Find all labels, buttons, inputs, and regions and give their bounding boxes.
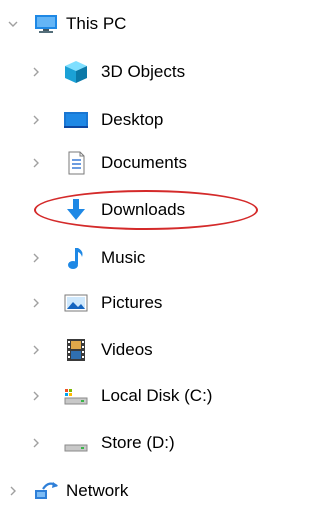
tree-item-network[interactable]: Network (0, 471, 261, 511)
tree-item-this-pc[interactable]: This PC (0, 4, 261, 44)
tree-item-store-d[interactable]: Store (D:) (0, 423, 261, 463)
music-note-icon (63, 245, 89, 271)
tree-item-videos[interactable]: Videos (0, 330, 261, 370)
pictures-icon (63, 290, 89, 316)
tree-item-3d-objects[interactable]: 3D Objects (0, 52, 261, 92)
tree-item-label: This PC (66, 14, 127, 33)
chevron-right-icon[interactable] (6, 484, 20, 498)
drive-icon (63, 430, 89, 456)
tree-item-desktop[interactable]: Desktop (0, 100, 261, 140)
chevron-right-icon[interactable] (29, 156, 43, 170)
tree-item-label: Documents (101, 153, 187, 172)
tree-item-label: Desktop (101, 110, 164, 129)
downloads-arrow-icon (63, 197, 89, 223)
3d-objects-icon (63, 59, 89, 85)
tree-item-documents[interactable]: Documents (0, 143, 261, 183)
chevron-right-icon[interactable] (29, 296, 43, 310)
desktop-folder-icon (63, 107, 89, 133)
chevron-right-icon[interactable] (29, 436, 43, 450)
tree-item-label: Network (66, 481, 129, 500)
documents-icon (63, 150, 89, 176)
chevron-right-icon[interactable] (29, 65, 43, 79)
tree-item-label: Music (101, 248, 146, 267)
tree-item-label: 3D Objects (101, 62, 186, 81)
tree-item-label: Videos (101, 340, 153, 359)
chevron-right-icon[interactable] (29, 251, 43, 265)
tree-item-downloads[interactable]: Downloads (0, 190, 261, 230)
tree-item-pictures[interactable]: Pictures (0, 283, 261, 323)
tree-item-label: Store (D:) (101, 433, 175, 452)
network-icon (33, 478, 59, 504)
tree-item-local-disk-c[interactable]: Local Disk (C:) (0, 376, 261, 416)
videos-icon (63, 337, 89, 363)
tree-item-music[interactable]: Music (0, 238, 261, 278)
tree-item-label: Local Disk (C:) (101, 386, 213, 405)
tree-item-label: Downloads (101, 200, 186, 219)
monitor-icon (33, 11, 59, 37)
chevron-right-icon[interactable] (29, 389, 43, 403)
chevron-right-icon[interactable] (29, 343, 43, 357)
local-disk-icon (63, 383, 89, 409)
tree-item-label: Pictures (101, 293, 163, 312)
chevron-down-icon[interactable] (6, 17, 20, 31)
chevron-right-icon[interactable] (29, 113, 43, 127)
